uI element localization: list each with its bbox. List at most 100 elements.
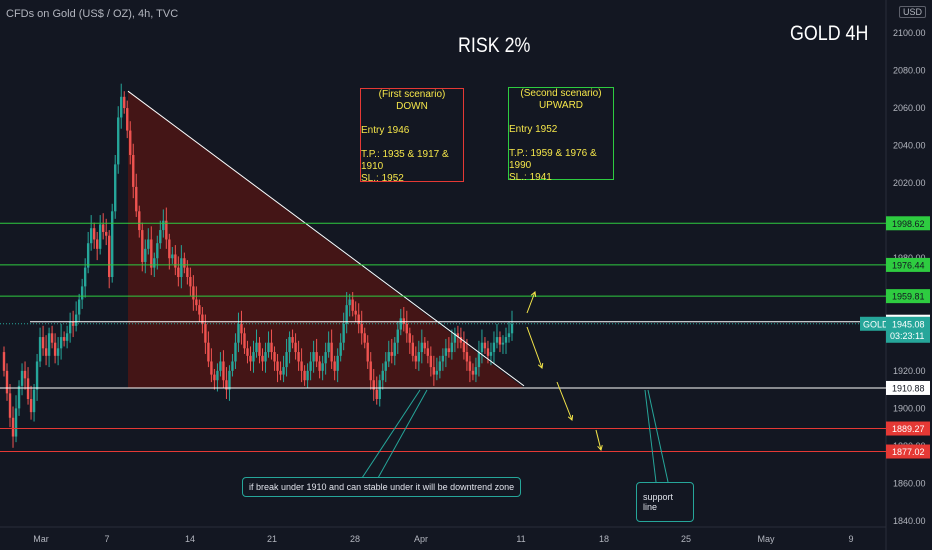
- candle-body: [132, 155, 135, 187]
- candle-body: [303, 370, 306, 381]
- candle-body: [252, 352, 255, 362]
- candle-body: [14, 408, 18, 437]
- candle-body: [306, 370, 309, 381]
- currency-badge[interactable]: USD: [899, 6, 927, 18]
- candle-body: [138, 211, 141, 231]
- candle-body: [297, 352, 300, 362]
- candle-body: [2, 352, 6, 371]
- candle-body: [429, 355, 433, 368]
- candle-body: [213, 374, 216, 381]
- candle-body: [105, 231, 108, 236]
- support-line-label: support line: [643, 492, 674, 512]
- price-chart[interactable]: 1840.001860.001880.001900.001920.001940.…: [0, 0, 932, 550]
- candle-body: [117, 117, 120, 165]
- candle-body: [438, 361, 442, 371]
- candle-body: [5, 370, 9, 394]
- candle-body: [123, 96, 126, 109]
- y-tick-label: 2040.00: [893, 141, 926, 151]
- candle-body: [56, 348, 60, 356]
- countdown-label: 03:23:11: [890, 331, 924, 341]
- breakdown-note: if break under 1910 and can stable under…: [242, 477, 522, 497]
- x-tick-label: 21: [267, 534, 277, 544]
- candle-body: [219, 361, 222, 371]
- candle-body: [23, 370, 27, 379]
- candle-body: [80, 286, 84, 300]
- candle-body: [411, 342, 415, 356]
- candle-body: [288, 337, 291, 353]
- note-pointer: [361, 389, 421, 479]
- candle-body: [86, 243, 90, 268]
- candle-body: [300, 361, 303, 371]
- candle-body: [420, 342, 424, 353]
- candle-body: [378, 380, 381, 399]
- candle-body: [92, 228, 96, 240]
- x-tick-label: May: [757, 534, 775, 544]
- candle-body: [243, 333, 246, 349]
- candle-body: [129, 130, 132, 155]
- candle-body: [324, 352, 327, 364]
- candle-body: [435, 370, 439, 375]
- candle-body: [402, 318, 405, 324]
- scenario1-tp: T.P.: 1935 & 1917 & 1910: [361, 149, 449, 172]
- candle-body: [264, 352, 267, 362]
- candle-body: [204, 323, 207, 343]
- y-tick-label: 1900.00: [893, 403, 926, 413]
- candle-body: [95, 239, 99, 249]
- candle-body: [144, 248, 147, 262]
- candle-body: [465, 352, 469, 362]
- candle-body: [258, 342, 261, 356]
- candle-body: [153, 258, 156, 268]
- candle-body: [171, 254, 174, 259]
- scenario2-title: (Second scenario): [520, 88, 602, 99]
- x-tick-label: Apr: [414, 534, 428, 544]
- candle-body: [162, 220, 165, 231]
- y-tick-label: 2100.00: [893, 28, 926, 38]
- candle-body: [207, 342, 210, 362]
- candle-body: [17, 385, 21, 409]
- candle-body: [234, 342, 237, 362]
- price-level-label: 1910.88: [892, 383, 925, 393]
- candle-body: [44, 348, 48, 356]
- down-arrow-1: [526, 326, 543, 369]
- candle-body: [210, 361, 213, 375]
- candle-body: [384, 361, 387, 371]
- candle-body: [366, 342, 369, 362]
- candle-body: [510, 323, 514, 334]
- candle-body: [249, 355, 252, 362]
- candle-body: [83, 267, 87, 287]
- candle-body: [393, 342, 396, 356]
- candle-body: [342, 323, 345, 343]
- candle-body: [108, 235, 111, 277]
- candle-body: [216, 370, 219, 381]
- candle-body: [405, 323, 408, 334]
- candle-body: [26, 378, 30, 399]
- candle-body: [276, 361, 279, 371]
- candle-body: [120, 96, 123, 118]
- candle-body: [294, 342, 297, 353]
- current-price-label: 1945.08: [892, 319, 925, 329]
- symbol-title: CFDs on Gold (US$ / OZ), 4h, TVC: [6, 8, 179, 20]
- candle-body: [65, 333, 69, 341]
- candle-body: [312, 352, 315, 362]
- candle-body: [59, 337, 63, 349]
- candle-body: [471, 370, 475, 375]
- candle-body: [231, 361, 234, 371]
- price-level-label: 1889.27: [892, 424, 925, 434]
- candle-body: [345, 305, 348, 324]
- candle-body: [489, 352, 493, 356]
- candle-body: [357, 314, 360, 324]
- scenario2-tp: T.P.: 1959 & 1976 & 1990: [509, 148, 597, 171]
- candle-body: [198, 305, 201, 315]
- y-tick-label: 2060.00: [893, 103, 926, 113]
- candle-body: [387, 352, 390, 362]
- candle-body: [186, 267, 189, 277]
- x-tick-label: 7: [104, 534, 109, 544]
- candle-body: [8, 393, 12, 418]
- candle-body: [447, 348, 451, 353]
- candle-body: [29, 399, 33, 413]
- candle-body: [498, 337, 502, 345]
- candle-body: [279, 370, 282, 375]
- candle-body: [270, 342, 273, 353]
- x-tick-label: 9: [848, 534, 853, 544]
- candle-body: [189, 277, 192, 287]
